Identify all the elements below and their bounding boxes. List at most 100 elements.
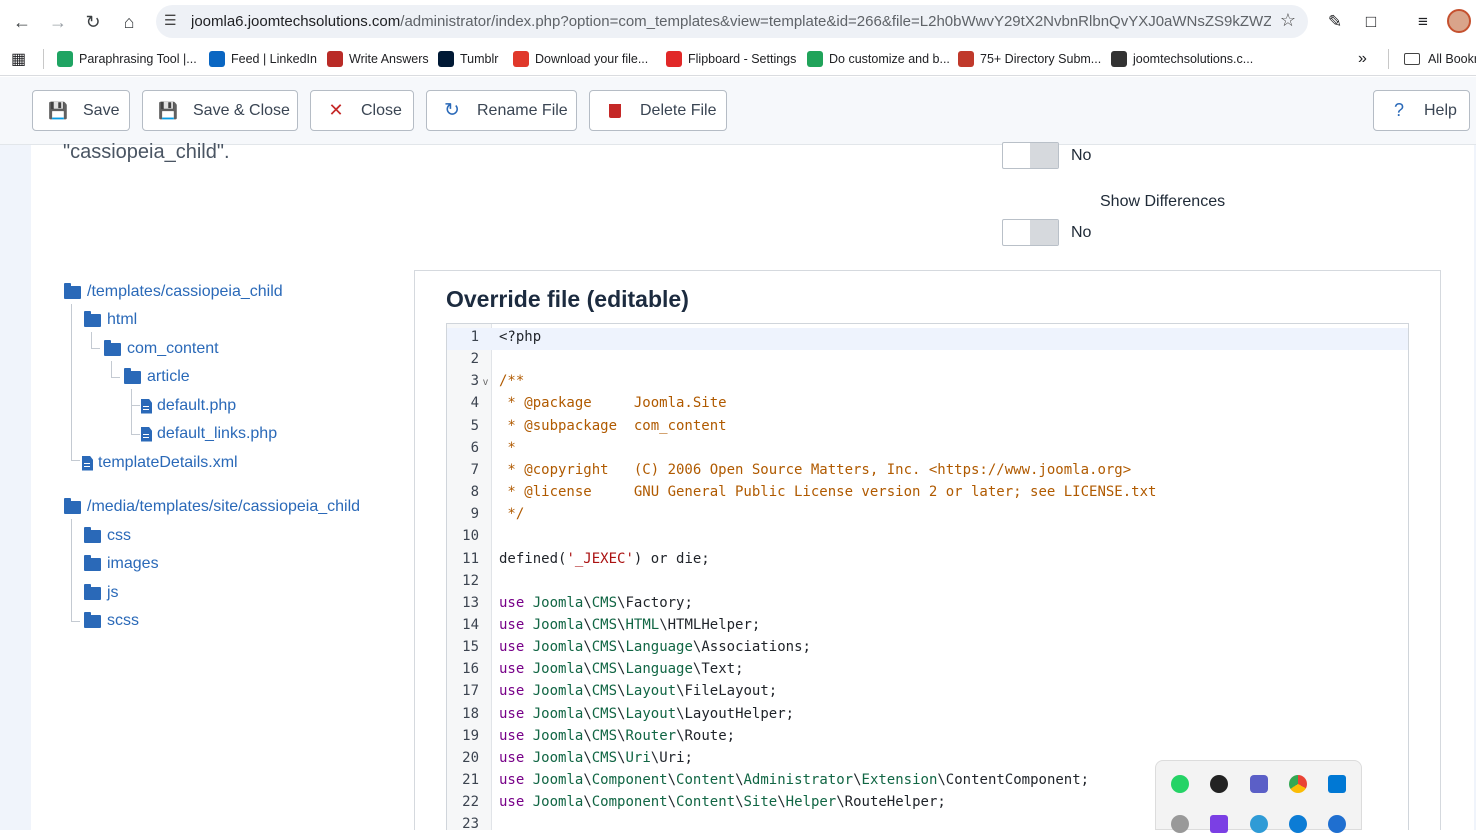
save-close-button[interactable]: 💾 Save & Close — [142, 90, 298, 131]
code-line[interactable]: use Joomla\CMS\Layout\LayoutHelper; — [499, 706, 794, 722]
code-line[interactable]: use Joomla\CMS\Layout\FileLayout; — [499, 683, 777, 699]
code-line[interactable]: use Joomla\CMS\HTML\HTMLHelper; — [499, 617, 760, 633]
teams-icon[interactable] — [1250, 775, 1268, 793]
tree-folder-scss[interactable]: scss — [84, 611, 139, 630]
code-line[interactable]: use Joomla\CMS\Language\Text; — [499, 661, 744, 677]
fold-chevron-icon[interactable]: v — [483, 377, 488, 388]
rename-file-button[interactable]: ↻ Rename File — [426, 90, 577, 131]
extensions-icon[interactable]: □ — [1359, 10, 1383, 34]
tree-file-default-php[interactable]: default.php — [141, 397, 236, 415]
bookmark-item[interactable]: Do customize and b... — [807, 50, 950, 68]
switch-knob — [1030, 220, 1058, 245]
apps-grid-icon[interactable]: ▦ — [11, 50, 26, 68]
code-editor[interactable]: 1 <?php 2 3 v/** 4 * @package Joomla.Site 5 * … — [446, 323, 1409, 830]
chatgpt-icon[interactable] — [1210, 775, 1228, 793]
pen-tool-icon[interactable] — [1210, 815, 1228, 833]
code-line[interactable]: use Joomla\CMS\Language\Associations; — [499, 639, 811, 655]
profile-avatar[interactable] — [1447, 9, 1471, 33]
code-line[interactable]: use Joomla\CMS\Router\Route; — [499, 728, 735, 744]
bookmark-separator — [43, 49, 44, 69]
tree-file-template-details[interactable]: templateDetails.xml — [82, 454, 238, 472]
bookmark-item[interactable]: Write Answers — [327, 50, 429, 68]
active-line-highlight — [447, 328, 1408, 350]
code-line[interactable]: * @package Joomla.Site — [499, 395, 726, 411]
tree-folder-css[interactable]: css — [84, 526, 131, 545]
line-number: 13 — [462, 594, 479, 611]
toggle-switch-1[interactable] — [1002, 142, 1059, 169]
home-icon[interactable]: ⌂ — [117, 10, 141, 34]
bookmark-item[interactable]: 75+ Directory Subm... — [958, 50, 1101, 68]
bookmark-label: Flipboard - Settings — [688, 52, 797, 66]
code-line[interactable]: */ — [499, 506, 524, 522]
folder-icon — [84, 310, 101, 327]
reading-list-icon[interactable]: ≡ — [1411, 10, 1435, 34]
save-label: Save — [83, 101, 120, 119]
more-bookmarks-icon[interactable]: » — [1358, 50, 1367, 68]
bookmark-label: Paraphrasing Tool |... — [79, 52, 197, 66]
code-line[interactable]: use Joomla\Component\Content\Administrat… — [499, 772, 1089, 788]
folder-icon — [84, 583, 101, 600]
bookmark-item[interactable]: Tumblr — [438, 50, 498, 68]
save-button[interactable]: 💾 Save — [32, 90, 130, 131]
tree-folder-label: html — [107, 311, 138, 328]
code-line[interactable]: use Joomla\CMS\Factory; — [499, 595, 693, 611]
tree-folder-js[interactable]: js — [84, 583, 119, 602]
tree-folder-html[interactable]: html — [84, 310, 138, 329]
bookmark-item[interactable]: Feed | LinkedIn — [209, 50, 317, 68]
tree-folder-images[interactable]: images — [84, 554, 159, 573]
delete-file-button[interactable]: Delete File — [589, 90, 727, 131]
url-host: joomla6.joomtechsolutions.com — [191, 13, 401, 30]
bookmark-star-icon[interactable]: ☆ — [1280, 10, 1296, 31]
code-line[interactable]: defined('_JEXEC') or die; — [499, 551, 710, 567]
close-label: Close — [361, 101, 402, 119]
remote-desktop-icon[interactable] — [1328, 775, 1346, 793]
whatsapp-icon[interactable] — [1171, 775, 1189, 793]
bookmark-item[interactable]: Flipboard - Settings — [666, 50, 796, 68]
bookmark-item[interactable]: Download your file... — [513, 50, 648, 68]
site-settings-icon[interactable]: ☰ — [164, 12, 182, 30]
bookmark-favicon-icon — [666, 51, 682, 67]
tree-folder-templates-root[interactable]: /templates/cassiopeia_child — [64, 282, 283, 301]
code-line[interactable]: use Joomla\CMS\Uri\Uri; — [499, 750, 693, 766]
line-number: 1 — [470, 329, 479, 345]
tree-folder-com-content[interactable]: com_content — [104, 339, 219, 358]
line-number: 7 — [470, 461, 479, 478]
all-bookmarks-folder[interactable]: All Bookr — [1404, 50, 1476, 68]
upwork-icon[interactable] — [1171, 815, 1189, 833]
show-differences-label: Show Differences — [1100, 193, 1226, 210]
bluetooth-icon[interactable] — [1328, 815, 1346, 833]
defender-icon[interactable] — [1250, 815, 1268, 833]
reload-icon[interactable]: ↻ — [81, 10, 105, 34]
file-icon — [141, 398, 152, 414]
bookmark-item[interactable]: joomtechsolutions.c... — [1111, 50, 1253, 68]
url-text[interactable]: joomla6.joomtechsolutions.com/administra… — [191, 13, 1271, 30]
tree-folder-media-root[interactable]: /media/templates/site/cassiopeia_child — [64, 497, 360, 516]
pen-extension-icon[interactable]: ✎ — [1323, 10, 1347, 34]
code-line[interactable]: /** — [499, 373, 524, 389]
bookmark-favicon-icon — [327, 51, 343, 67]
tree-folder-article[interactable]: article — [124, 367, 190, 386]
line-number: 2 — [470, 351, 479, 368]
tree-file-default-links-php[interactable]: default_links.php — [141, 425, 277, 443]
bookmark-item[interactable]: Paraphrasing Tool |... — [57, 50, 197, 68]
back-icon[interactable]: ← — [10, 10, 34, 34]
help-button[interactable]: ? Help — [1373, 90, 1470, 131]
chrome-icon[interactable] — [1289, 775, 1307, 793]
code-line[interactable]: * @license GNU General Public License ve… — [499, 484, 1156, 500]
edge-icon[interactable] — [1289, 815, 1307, 833]
code-line[interactable]: * — [499, 440, 515, 456]
folder-icon — [64, 282, 81, 299]
forward-icon[interactable]: → — [46, 10, 70, 34]
show-differences-toggle[interactable] — [1002, 219, 1059, 246]
address-bar[interactable]: ☰ joomla6.joomtechsolutions.com/administ… — [156, 5, 1308, 38]
code-line[interactable]: * @copyright (C) 2006 Open Source Matter… — [499, 462, 1131, 478]
line-number: 6 — [470, 439, 479, 456]
toggle1-value: No — [1071, 147, 1092, 164]
close-button[interactable]: ✕ Close — [310, 90, 414, 131]
template-description-text: "cassiopeia_child". — [63, 141, 230, 163]
code-line[interactable]: * @subpackage com_content — [499, 418, 726, 434]
code-line[interactable]: use Joomla\Component\Content\Site\Helper… — [499, 794, 946, 810]
folder-icon — [84, 611, 101, 628]
code-line[interactable]: <?php — [499, 329, 541, 345]
tree-folder-label: images — [107, 555, 159, 572]
